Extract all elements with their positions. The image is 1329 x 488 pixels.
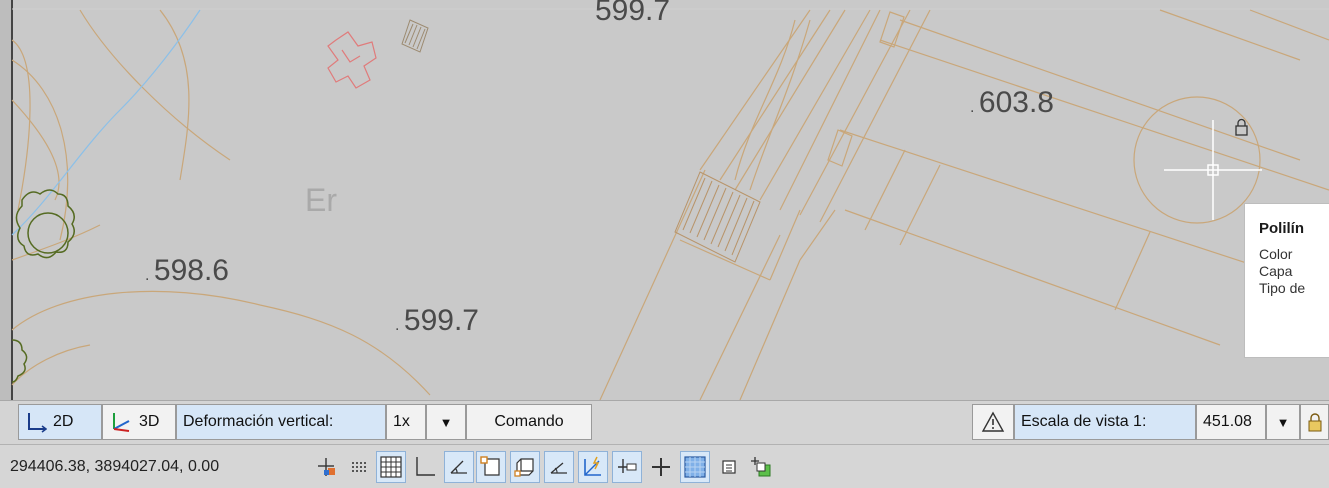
padlock-icon bbox=[1308, 413, 1321, 432]
crosshair-icon bbox=[652, 458, 670, 476]
3d-object-snap-button[interactable] bbox=[510, 451, 540, 483]
selection-cycling-button[interactable] bbox=[746, 451, 776, 483]
transparency-icon bbox=[684, 456, 706, 478]
snap-grid-button[interactable] bbox=[344, 451, 374, 483]
entity-tooltip: Polilín Color Capa Tipo de bbox=[1244, 203, 1329, 358]
dynamic-input-icon bbox=[618, 459, 637, 473]
warning-icon bbox=[981, 411, 1005, 432]
tooltip-title: Polilín bbox=[1259, 220, 1304, 237]
transparency-button[interactable] bbox=[680, 451, 710, 483]
viewport-status-bar: 2D 3D Deformación vertical: 1x ▼ Comando… bbox=[0, 400, 1329, 444]
lineweight-button[interactable] bbox=[646, 451, 676, 483]
view-3d-label: 3D bbox=[139, 413, 160, 430]
drafting-toolbar: 294406.38, 3894027.04, 0.00 bbox=[0, 444, 1329, 488]
ortho-icon bbox=[416, 457, 435, 476]
dotted-grid-icon bbox=[352, 462, 366, 472]
osnap-icon bbox=[480, 456, 500, 476]
3d-osnap-icon bbox=[514, 458, 534, 477]
elevation-label-603: . 603.8 bbox=[970, 86, 1054, 119]
warning-button[interactable] bbox=[972, 404, 1014, 440]
vertical-exaggeration-label: Deformación vertical: bbox=[176, 404, 386, 440]
dynamic-ucs-icon bbox=[584, 456, 601, 476]
view-scale-value[interactable]: 451.08 bbox=[1196, 404, 1266, 440]
axis-2d-icon bbox=[28, 413, 47, 433]
lock-view-button[interactable] bbox=[1300, 404, 1329, 440]
chevron-down-icon: ▼ bbox=[439, 414, 453, 430]
model-space-icon bbox=[318, 458, 335, 476]
vertical-exaggeration-value[interactable]: 1x bbox=[386, 404, 426, 440]
chevron-down-icon: ▼ bbox=[1276, 414, 1290, 430]
elevation-label-599: . 599.7 bbox=[395, 304, 479, 337]
grid-icon bbox=[380, 456, 402, 478]
vertical-exaggeration-dropdown[interactable]: ▼ bbox=[426, 404, 466, 440]
object-snap-tracking-button[interactable] bbox=[544, 451, 574, 483]
elevation-label-top: 599.7 bbox=[595, 0, 670, 27]
selection-cycling-icon bbox=[751, 457, 771, 477]
properties-icon bbox=[722, 460, 736, 474]
view-3d-button[interactable]: 3D bbox=[102, 404, 176, 440]
tooltip-row-color: Color bbox=[1259, 246, 1293, 262]
tooltip-row-layer: Capa bbox=[1259, 263, 1293, 279]
view-scale-dropdown[interactable]: ▼ bbox=[1266, 404, 1300, 440]
polar-tracking-button[interactable] bbox=[444, 451, 474, 483]
ortho-mode-button[interactable] bbox=[410, 451, 440, 483]
tooltip-row-linetype: Tipo de bbox=[1259, 280, 1306, 296]
otrack-icon bbox=[550, 462, 567, 474]
cursor-coordinates: 294406.38, 3894027.04, 0.00 bbox=[10, 458, 220, 475]
drawing-canvas[interactable]: 599.7 . 603.8 . 598.6 . 599.7 Er bbox=[0, 0, 1329, 400]
object-snap-button[interactable] bbox=[476, 451, 506, 483]
view-2d-button[interactable]: 2D bbox=[18, 404, 102, 440]
view-scale-label: Escala de vista 1: bbox=[1014, 404, 1196, 440]
dynamic-ucs-button[interactable] bbox=[578, 451, 608, 483]
grid-display-button[interactable] bbox=[376, 451, 406, 483]
view-2d-label: 2D bbox=[53, 413, 74, 430]
command-button[interactable]: Comando bbox=[466, 404, 592, 440]
axis-3d-icon bbox=[113, 413, 130, 432]
zone-label: Er bbox=[305, 182, 337, 218]
polar-icon bbox=[450, 460, 467, 474]
snap-mode-button[interactable] bbox=[312, 451, 342, 483]
dynamic-input-button[interactable] bbox=[612, 451, 642, 483]
elevation-label-598: . 598.6 bbox=[145, 254, 229, 287]
quick-properties-button[interactable] bbox=[714, 451, 744, 483]
